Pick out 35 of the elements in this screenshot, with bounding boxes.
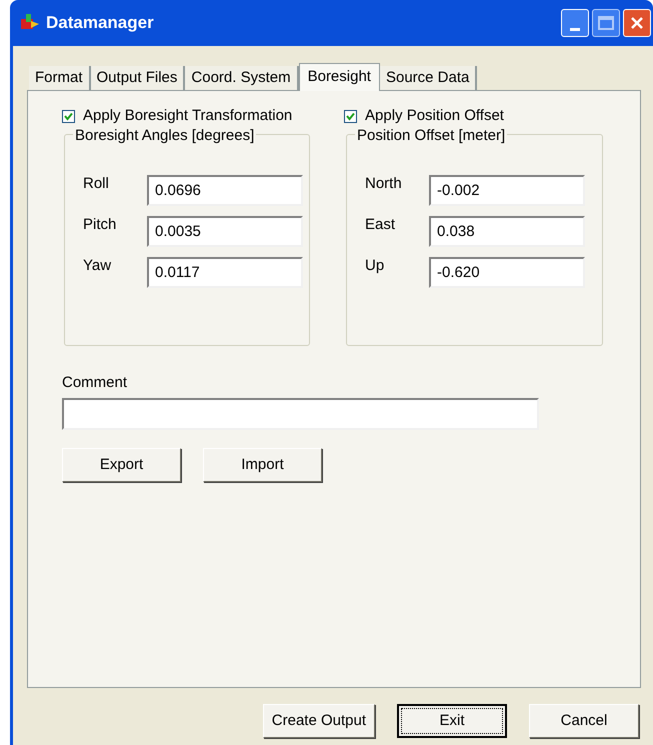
dialog-button[interactable]: Exit <box>397 704 507 738</box>
comment-field[interactable] <box>62 398 539 430</box>
number-field[interactable]: -0.002 <box>429 174 585 206</box>
field-label: Yaw <box>83 256 112 276</box>
number-field[interactable]: 0.038 <box>429 216 585 246</box>
panel-button[interactable]: Export <box>62 448 181 482</box>
close-button[interactable] <box>623 9 651 37</box>
number-field[interactable]: -0.620 <box>429 256 585 288</box>
field-label: East <box>365 214 396 234</box>
tab[interactable]: Coord. System <box>185 66 299 90</box>
number-field[interactable]: 0.0696 <box>147 174 303 206</box>
checkbox[interactable]: Apply Boresight Transformation <box>62 105 344 128</box>
field-label: North <box>365 174 403 194</box>
field-label: Pitch <box>83 214 118 234</box>
comment-label: Comment <box>62 372 128 392</box>
checkbox-box[interactable] <box>62 110 75 123</box>
tab[interactable]: Format <box>29 66 91 90</box>
dialog-button[interactable]: Cancel <box>529 704 639 738</box>
window-title: Datamanager <box>46 12 154 34</box>
field-label: Roll <box>83 174 110 194</box>
tab[interactable]: Boresight <box>298 63 380 91</box>
maximize-button[interactable] <box>592 9 620 37</box>
field-label: Up <box>365 256 386 276</box>
number-field[interactable]: 0.0035 <box>147 216 303 246</box>
tab[interactable]: Output Files <box>90 66 186 90</box>
close-icon <box>630 16 644 30</box>
dialog-button[interactable]: Create Output <box>262 704 375 738</box>
checkbox-label: Apply Boresight Transformation <box>83 106 292 126</box>
checkbox[interactable]: Apply Position Offset <box>344 105 504 128</box>
minimize-button[interactable] <box>561 9 589 37</box>
number-field[interactable]: 0.0117 <box>147 256 303 288</box>
checkbox-box[interactable] <box>344 110 357 123</box>
checkbox-label: Apply Position Offset <box>365 106 504 126</box>
panel-button[interactable]: Import <box>203 448 322 482</box>
tab[interactable]: Source Data <box>380 66 478 90</box>
